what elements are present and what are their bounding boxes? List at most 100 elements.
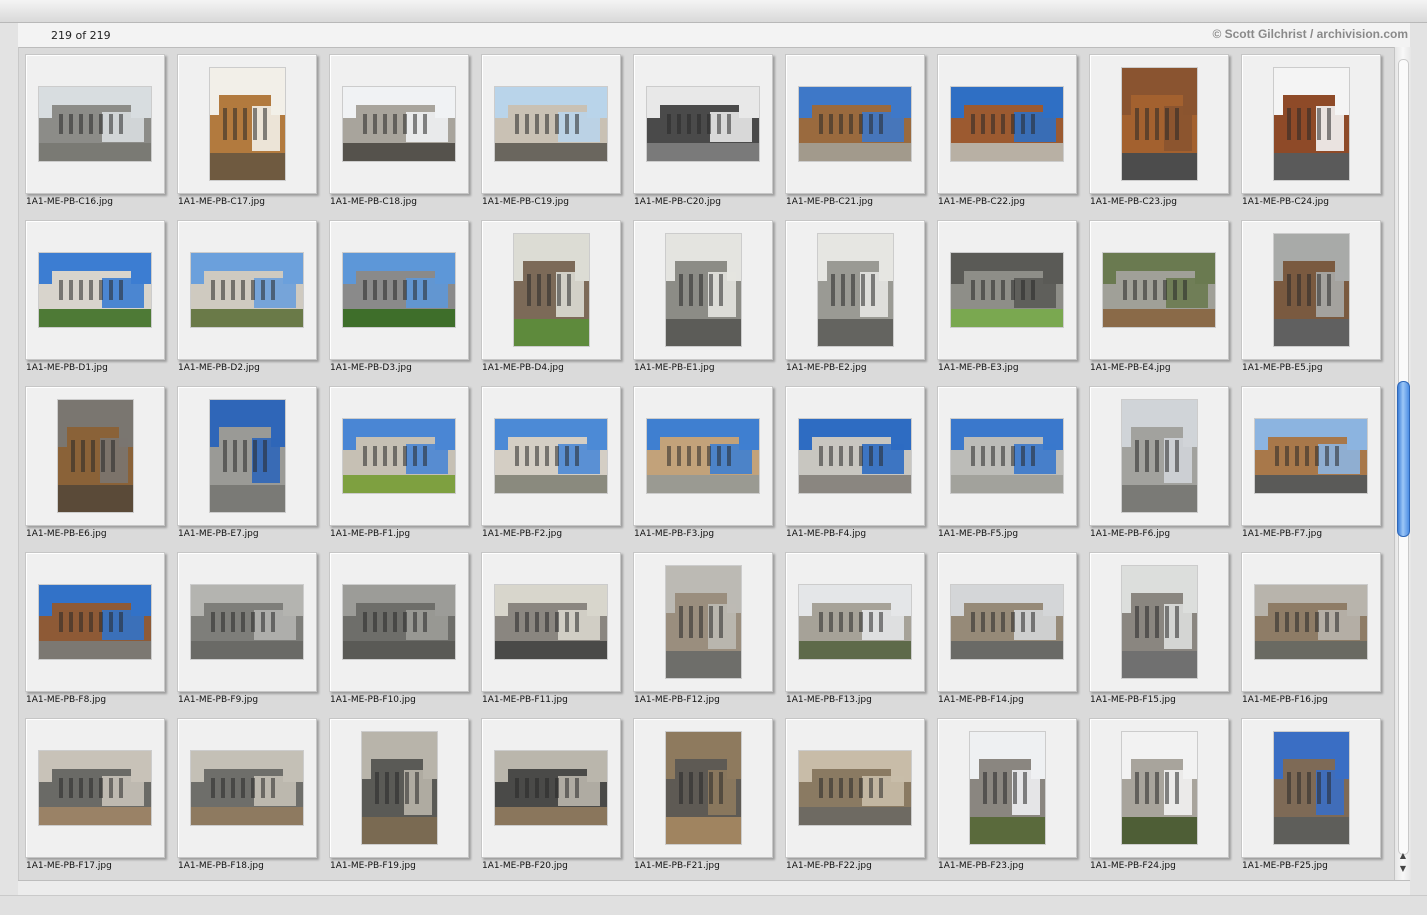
- thumbnail-frame[interactable]: [481, 386, 621, 526]
- thumbnail-image[interactable]: [361, 732, 437, 844]
- thumbnail-frame[interactable]: [1241, 718, 1381, 858]
- thumbnail-item[interactable]: 1A1-ME-PB-C24.jpg: [1241, 54, 1381, 220]
- thumbnail-item[interactable]: 1A1-ME-PB-E6.jpg: [25, 386, 165, 552]
- thumbnail-frame[interactable]: [1241, 386, 1381, 526]
- thumbnail-frame[interactable]: [633, 386, 773, 526]
- thumbnail-item[interactable]: 1A1-ME-PB-D3.jpg: [329, 220, 469, 386]
- thumbnail-frame[interactable]: [329, 718, 469, 858]
- thumbnail-frame[interactable]: [177, 54, 317, 194]
- thumbnail-image[interactable]: [647, 419, 759, 493]
- thumbnail-frame[interactable]: [1241, 552, 1381, 692]
- thumbnail-frame[interactable]: [481, 54, 621, 194]
- thumbnail-frame[interactable]: [937, 552, 1077, 692]
- thumbnail-item[interactable]: 1A1-ME-PB-F2.jpg: [481, 386, 621, 552]
- thumbnail-item[interactable]: 1A1-ME-PB-E2.jpg: [785, 220, 925, 386]
- thumbnail-frame[interactable]: [481, 552, 621, 692]
- thumbnail-frame[interactable]: [1241, 220, 1381, 360]
- thumbnail-frame[interactable]: [177, 386, 317, 526]
- thumbnail-image[interactable]: [951, 419, 1063, 493]
- thumbnail-image[interactable]: [969, 732, 1045, 844]
- thumbnail-item[interactable]: 1A1-ME-PB-F12.jpg: [633, 552, 773, 718]
- thumbnail-image[interactable]: [495, 419, 607, 493]
- thumbnail-frame[interactable]: [177, 220, 317, 360]
- thumbnail-image[interactable]: [343, 253, 455, 327]
- thumbnail-frame[interactable]: [177, 718, 317, 858]
- thumbnail-frame[interactable]: [785, 220, 925, 360]
- thumbnail-item[interactable]: 1A1-ME-PB-F6.jpg: [1089, 386, 1229, 552]
- thumbnail-frame[interactable]: [937, 718, 1077, 858]
- thumbnail-image[interactable]: [1121, 400, 1197, 512]
- thumbnail-item[interactable]: 1A1-ME-PB-F19.jpg: [329, 718, 469, 881]
- thumbnail-image[interactable]: [495, 87, 607, 161]
- thumbnail-image[interactable]: [1273, 234, 1349, 346]
- thumbnail-item[interactable]: 1A1-ME-PB-F3.jpg: [633, 386, 773, 552]
- thumbnail-image[interactable]: [951, 87, 1063, 161]
- thumbnail-frame[interactable]: [1241, 54, 1381, 194]
- thumbnail-item[interactable]: 1A1-ME-PB-F24.jpg: [1089, 718, 1229, 881]
- vertical-scrollbar[interactable]: ▲ ▼: [1394, 47, 1411, 880]
- thumbnail-frame[interactable]: [937, 220, 1077, 360]
- thumbnail-item[interactable]: 1A1-ME-PB-C20.jpg: [633, 54, 773, 220]
- thumbnail-item[interactable]: 1A1-ME-PB-E3.jpg: [937, 220, 1077, 386]
- thumbnail-image[interactable]: [39, 585, 151, 659]
- thumbnail-item[interactable]: 1A1-ME-PB-F4.jpg: [785, 386, 925, 552]
- thumbnail-item[interactable]: 1A1-ME-PB-F21.jpg: [633, 718, 773, 881]
- thumbnail-item[interactable]: 1A1-ME-PB-C18.jpg: [329, 54, 469, 220]
- thumbnail-item[interactable]: 1A1-ME-PB-F22.jpg: [785, 718, 925, 881]
- thumbnail-frame[interactable]: [633, 54, 773, 194]
- thumbnail-image[interactable]: [1273, 732, 1349, 844]
- thumbnail-frame[interactable]: [1089, 552, 1229, 692]
- thumbnail-image[interactable]: [39, 751, 151, 825]
- thumbnail-frame[interactable]: [25, 220, 165, 360]
- thumbnail-item[interactable]: 1A1-ME-PB-F16.jpg: [1241, 552, 1381, 718]
- thumbnail-frame[interactable]: [25, 386, 165, 526]
- thumbnail-item[interactable]: 1A1-ME-PB-F13.jpg: [785, 552, 925, 718]
- thumbnail-item[interactable]: 1A1-ME-PB-F1.jpg: [329, 386, 469, 552]
- thumbnail-item[interactable]: 1A1-ME-PB-C23.jpg: [1089, 54, 1229, 220]
- thumbnail-frame[interactable]: [633, 220, 773, 360]
- thumbnail-image[interactable]: [495, 751, 607, 825]
- thumbnail-item[interactable]: 1A1-ME-PB-F23.jpg: [937, 718, 1077, 881]
- thumbnail-item[interactable]: 1A1-ME-PB-D2.jpg: [177, 220, 317, 386]
- thumbnail-frame[interactable]: [177, 552, 317, 692]
- thumbnail-frame[interactable]: [1089, 220, 1229, 360]
- thumbnail-item[interactable]: 1A1-ME-PB-F11.jpg: [481, 552, 621, 718]
- thumbnail-item[interactable]: 1A1-ME-PB-C19.jpg: [481, 54, 621, 220]
- thumbnail-image[interactable]: [57, 400, 133, 512]
- thumbnail-frame[interactable]: [633, 718, 773, 858]
- thumbnail-frame[interactable]: [1089, 386, 1229, 526]
- thumbnail-image[interactable]: [817, 234, 893, 346]
- thumbnail-image[interactable]: [1255, 585, 1367, 659]
- thumbnail-image[interactable]: [39, 253, 151, 327]
- thumbnail-item[interactable]: 1A1-ME-PB-F17.jpg: [25, 718, 165, 881]
- thumbnail-item[interactable]: 1A1-ME-PB-F15.jpg: [1089, 552, 1229, 718]
- thumbnail-image[interactable]: [799, 751, 911, 825]
- thumbnail-image[interactable]: [343, 87, 455, 161]
- thumbnail-item[interactable]: 1A1-ME-PB-F9.jpg: [177, 552, 317, 718]
- thumbnail-item[interactable]: 1A1-ME-PB-E1.jpg: [633, 220, 773, 386]
- thumbnail-item[interactable]: 1A1-ME-PB-F18.jpg: [177, 718, 317, 881]
- thumbnail-image[interactable]: [513, 234, 589, 346]
- thumbnail-item[interactable]: 1A1-ME-PB-F14.jpg: [937, 552, 1077, 718]
- thumbnail-image[interactable]: [191, 585, 303, 659]
- thumbnail-item[interactable]: 1A1-ME-PB-C21.jpg: [785, 54, 925, 220]
- thumbnail-frame[interactable]: [329, 552, 469, 692]
- thumbnail-image[interactable]: [1273, 68, 1349, 180]
- thumbnail-frame[interactable]: [481, 718, 621, 858]
- thumbnail-item[interactable]: 1A1-ME-PB-D4.jpg: [481, 220, 621, 386]
- thumbnail-frame[interactable]: [481, 220, 621, 360]
- thumbnail-item[interactable]: 1A1-ME-PB-C17.jpg: [177, 54, 317, 220]
- thumbnail-image[interactable]: [951, 253, 1063, 327]
- scroll-down-arrow-icon[interactable]: ▼: [1398, 864, 1408, 874]
- thumbnail-frame[interactable]: [25, 552, 165, 692]
- thumbnail-image[interactable]: [343, 585, 455, 659]
- thumbnail-frame[interactable]: [937, 54, 1077, 194]
- thumbnail-item[interactable]: 1A1-ME-PB-F20.jpg: [481, 718, 621, 881]
- thumbnail-image[interactable]: [665, 566, 741, 678]
- thumbnail-item[interactable]: 1A1-ME-PB-F8.jpg: [25, 552, 165, 718]
- thumbnail-frame[interactable]: [1089, 54, 1229, 194]
- thumbnail-item[interactable]: 1A1-ME-PB-E4.jpg: [1089, 220, 1229, 386]
- thumbnail-image[interactable]: [665, 234, 741, 346]
- thumbnail-image[interactable]: [39, 87, 151, 161]
- thumbnail-frame[interactable]: [1089, 718, 1229, 858]
